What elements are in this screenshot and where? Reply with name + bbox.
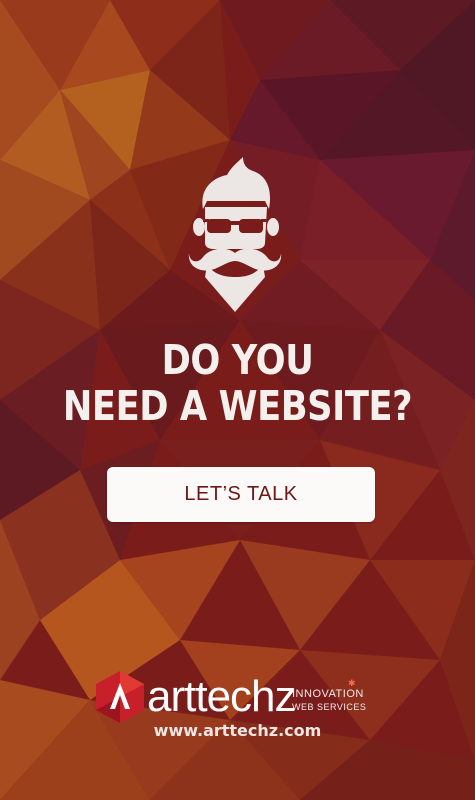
brand-tagline-top: INNOVATION [292,688,364,700]
arttechz-logo-mark [96,671,144,723]
website-url[interactable]: www.arttechz.com [0,721,475,740]
lets-talk-button[interactable]: LET’S TALK [107,467,375,522]
bearded-man-with-sunglasses-icon [188,157,282,312]
headline-line-1: DO YOU [161,336,314,384]
brand-name: arttechz [147,672,297,721]
brand-tagline-bottom: WEB SERVICES [292,702,367,712]
headline-line-2: NEED A WEBSITE? [62,382,413,430]
